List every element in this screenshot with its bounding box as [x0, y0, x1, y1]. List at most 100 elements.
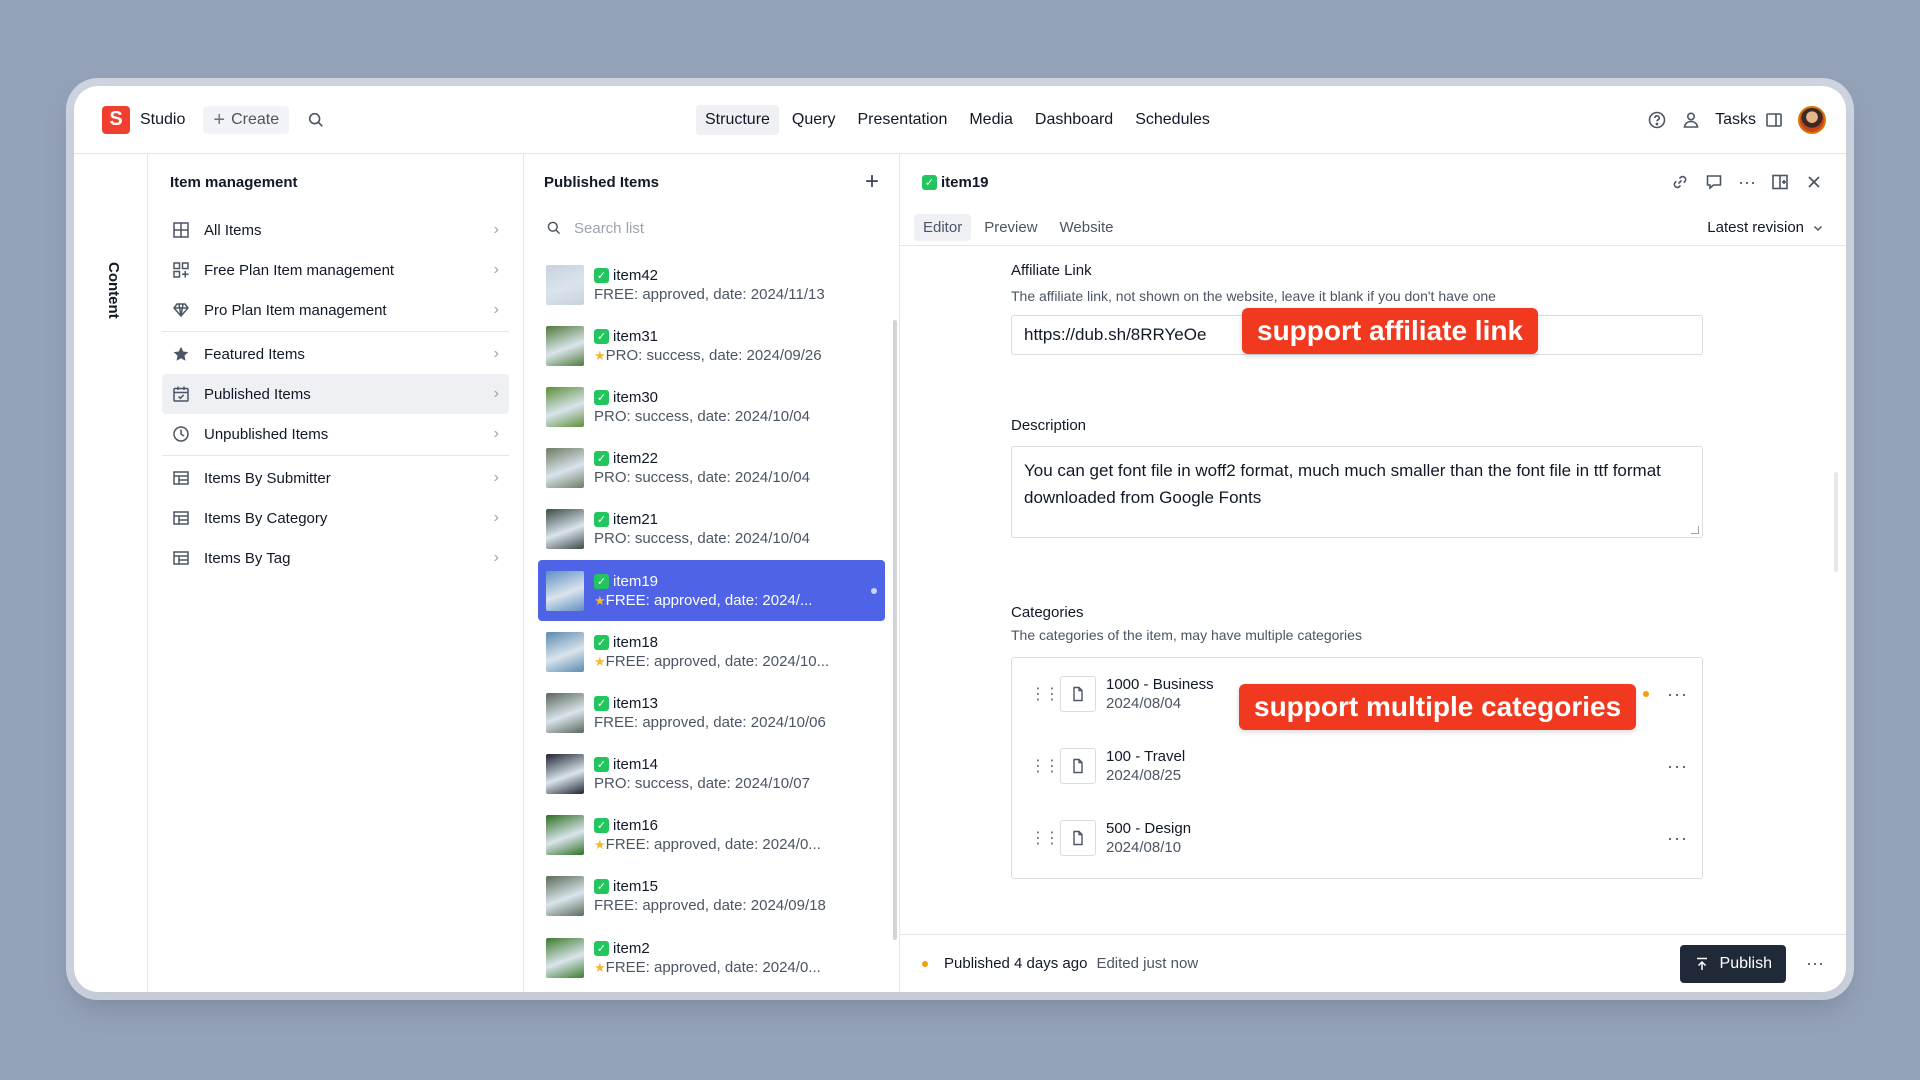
- category-text: 100 - Travel 2024/08/25: [1106, 748, 1185, 784]
- list-item[interactable]: ✓ item22 PRO: success, date: 2024/10/04: [538, 438, 885, 499]
- drag-handle-icon[interactable]: ⋮⋮: [1030, 756, 1060, 776]
- chevron-right-icon: ›: [493, 261, 499, 278]
- help-icon[interactable]: [1647, 110, 1667, 130]
- app-title[interactable]: Studio: [140, 111, 185, 129]
- list-item[interactable]: ✓ item16 ★FREE: approved, date: 2024/0...: [538, 805, 885, 866]
- grid-icon: [173, 222, 189, 238]
- more-icon[interactable]: ···: [1667, 756, 1688, 777]
- list-item[interactable]: ✓ item18 ★FREE: approved, date: 2024/10...: [538, 621, 885, 682]
- list-item-title-text: item21: [613, 511, 659, 529]
- list-item-subtitle-text: FREE: approved, date: 2024/11/13: [594, 285, 825, 303]
- publish-icon: [1696, 957, 1707, 970]
- affiliate-link-description: The affiliate link, not shown on the web…: [1011, 288, 1496, 304]
- drag-handle-icon[interactable]: ⋮⋮: [1030, 828, 1060, 848]
- list-item-text: ✓ item42 FREE: approved, date: 2024/11/13: [594, 267, 877, 303]
- category-name: 500 - Design: [1106, 820, 1192, 837]
- changed-dot: [1643, 691, 1650, 697]
- list-item-title-text: item13: [613, 694, 659, 712]
- category-date: 2024/08/10: [1106, 839, 1182, 856]
- list-item[interactable]: ✓ item19 ★FREE: approved, date: 2024/...: [538, 559, 885, 622]
- apps-icon: [173, 262, 189, 278]
- sidebar-item-unpublished[interactable]: Unpublished Items ›: [162, 414, 509, 454]
- tasks-button[interactable]: Tasks: [1715, 110, 1784, 130]
- revision-select[interactable]: Latest revision: [1707, 219, 1824, 236]
- close-icon[interactable]: [1804, 172, 1824, 192]
- comment-icon[interactable]: [1704, 172, 1724, 192]
- split-pane-icon[interactable]: [1770, 172, 1790, 192]
- category-row[interactable]: ⋮⋮ 500 - Design 2024/08/10 ···: [1012, 802, 1702, 874]
- check-icon: ✓: [922, 174, 937, 190]
- category-actions: ···: [1667, 828, 1688, 849]
- list-item-title-text: item2: [613, 939, 650, 957]
- users-icon[interactable]: [1681, 110, 1701, 130]
- category-text: 1000 - Business 2024/08/04: [1106, 676, 1214, 712]
- list-scrollbar[interactable]: [893, 320, 897, 940]
- status-dot: [922, 960, 928, 967]
- list-item[interactable]: ✓ item13 FREE: approved, date: 2024/10/06: [538, 682, 885, 743]
- list-item[interactable]: ✓ item42 FREE: approved, date: 2024/11/13: [538, 254, 885, 315]
- create-label: Create: [231, 110, 280, 128]
- list-item[interactable]: ✓ item14 PRO: success, date: 2024/10/07: [538, 744, 885, 805]
- item-thumbnail: [546, 509, 584, 550]
- nav-query[interactable]: Query: [783, 105, 845, 135]
- more-icon[interactable]: ···: [1738, 172, 1756, 192]
- publish-button[interactable]: Publish: [1679, 944, 1787, 983]
- more-icon[interactable]: ···: [1667, 684, 1688, 705]
- nav-schedules[interactable]: Schedules: [1126, 105, 1219, 135]
- sidebar-item-pro-plan[interactable]: Pro Plan Item management ›: [162, 290, 509, 330]
- item-management-title: Item management: [170, 173, 298, 191]
- list-item-title: ✓ item14: [594, 756, 877, 773]
- nav-dashboard[interactable]: Dashboard: [1026, 105, 1122, 135]
- nav-media[interactable]: Media: [960, 105, 1022, 135]
- list-item-title-text: item15: [613, 878, 659, 896]
- nav-structure[interactable]: Structure: [696, 105, 779, 135]
- studio-logo[interactable]: S: [102, 105, 130, 134]
- description-textarea[interactable]: You can get font file in woff2 format, m…: [1011, 446, 1703, 538]
- create-button[interactable]: + Create: [203, 105, 290, 134]
- list-item[interactable]: ✓ item30 PRO: success, date: 2024/10/04: [538, 376, 885, 437]
- list-item-subtitle-text: FREE: approved, date: 2024/10/06: [594, 713, 826, 731]
- drag-handle-icon[interactable]: ⋮⋮: [1030, 684, 1060, 704]
- nav-presentation[interactable]: Presentation: [849, 105, 957, 135]
- more-icon[interactable]: ···: [1806, 953, 1824, 974]
- check-icon: ✓: [594, 389, 609, 405]
- add-item-button[interactable]: +: [865, 168, 879, 196]
- sidebar-item-all-items[interactable]: All Items ›: [162, 210, 509, 250]
- tab-editor[interactable]: Editor: [914, 214, 972, 241]
- list-item[interactable]: ✓ item15 FREE: approved, date: 2024/09/18: [538, 866, 885, 927]
- content-rail-label[interactable]: Content: [105, 262, 122, 319]
- search-icon[interactable]: [307, 111, 325, 129]
- tab-preview[interactable]: Preview: [975, 214, 1046, 241]
- sidebar-item-featured[interactable]: Featured Items ›: [162, 334, 509, 374]
- sidebar-item-free-plan[interactable]: Free Plan Item management ›: [162, 250, 509, 290]
- document-title: ✓ item19: [922, 174, 989, 191]
- callout-categories: support multiple categories: [1239, 684, 1637, 730]
- list-item[interactable]: ✓ item21 PRO: success, date: 2024/10/04: [538, 499, 885, 560]
- sidebar-item-label: Items By Tag: [204, 549, 291, 567]
- sidebar-item-by-tag[interactable]: Items By Tag ›: [162, 538, 509, 578]
- table-icon: [173, 511, 189, 525]
- avatar[interactable]: [1798, 105, 1826, 134]
- link-icon[interactable]: [1670, 172, 1690, 192]
- list-item[interactable]: ✓ item2 ★FREE: approved, date: 2024/0...: [538, 927, 885, 988]
- list-item-title-text: item30: [613, 388, 659, 406]
- list-item-title-text: item19: [613, 572, 659, 590]
- sidebar-item-by-category[interactable]: Items By Category ›: [162, 498, 509, 538]
- search-list-input[interactable]: Search list: [524, 210, 899, 246]
- list-item-subtitle-text: PRO: success, date: 2024/10/07: [594, 775, 810, 793]
- category-row[interactable]: ⋮⋮ 100 - Travel 2024/08/25 ···: [1012, 730, 1702, 802]
- item-management-pane: Item management All Items › Free Plan It…: [148, 154, 524, 992]
- sidebar-item-by-submitter[interactable]: Items By Submitter ›: [162, 458, 509, 498]
- tab-website[interactable]: Website: [1051, 214, 1123, 241]
- editor-scrollbar[interactable]: [1834, 472, 1838, 572]
- sidebar-item-label: Free Plan Item management: [204, 261, 395, 279]
- sidebar-item-published[interactable]: Published Items ›: [162, 374, 509, 414]
- divider: [162, 455, 509, 456]
- resize-handle-icon[interactable]: [1691, 526, 1699, 534]
- chevron-right-icon: ›: [493, 425, 499, 442]
- more-icon[interactable]: ···: [1667, 828, 1688, 849]
- category-actions: ···: [1667, 756, 1688, 777]
- list-item[interactable]: ✓ item31 ★PRO: success, date: 2024/09/26: [538, 315, 885, 376]
- publish-label: Publish: [1719, 954, 1773, 972]
- calendar-icon: [173, 386, 189, 402]
